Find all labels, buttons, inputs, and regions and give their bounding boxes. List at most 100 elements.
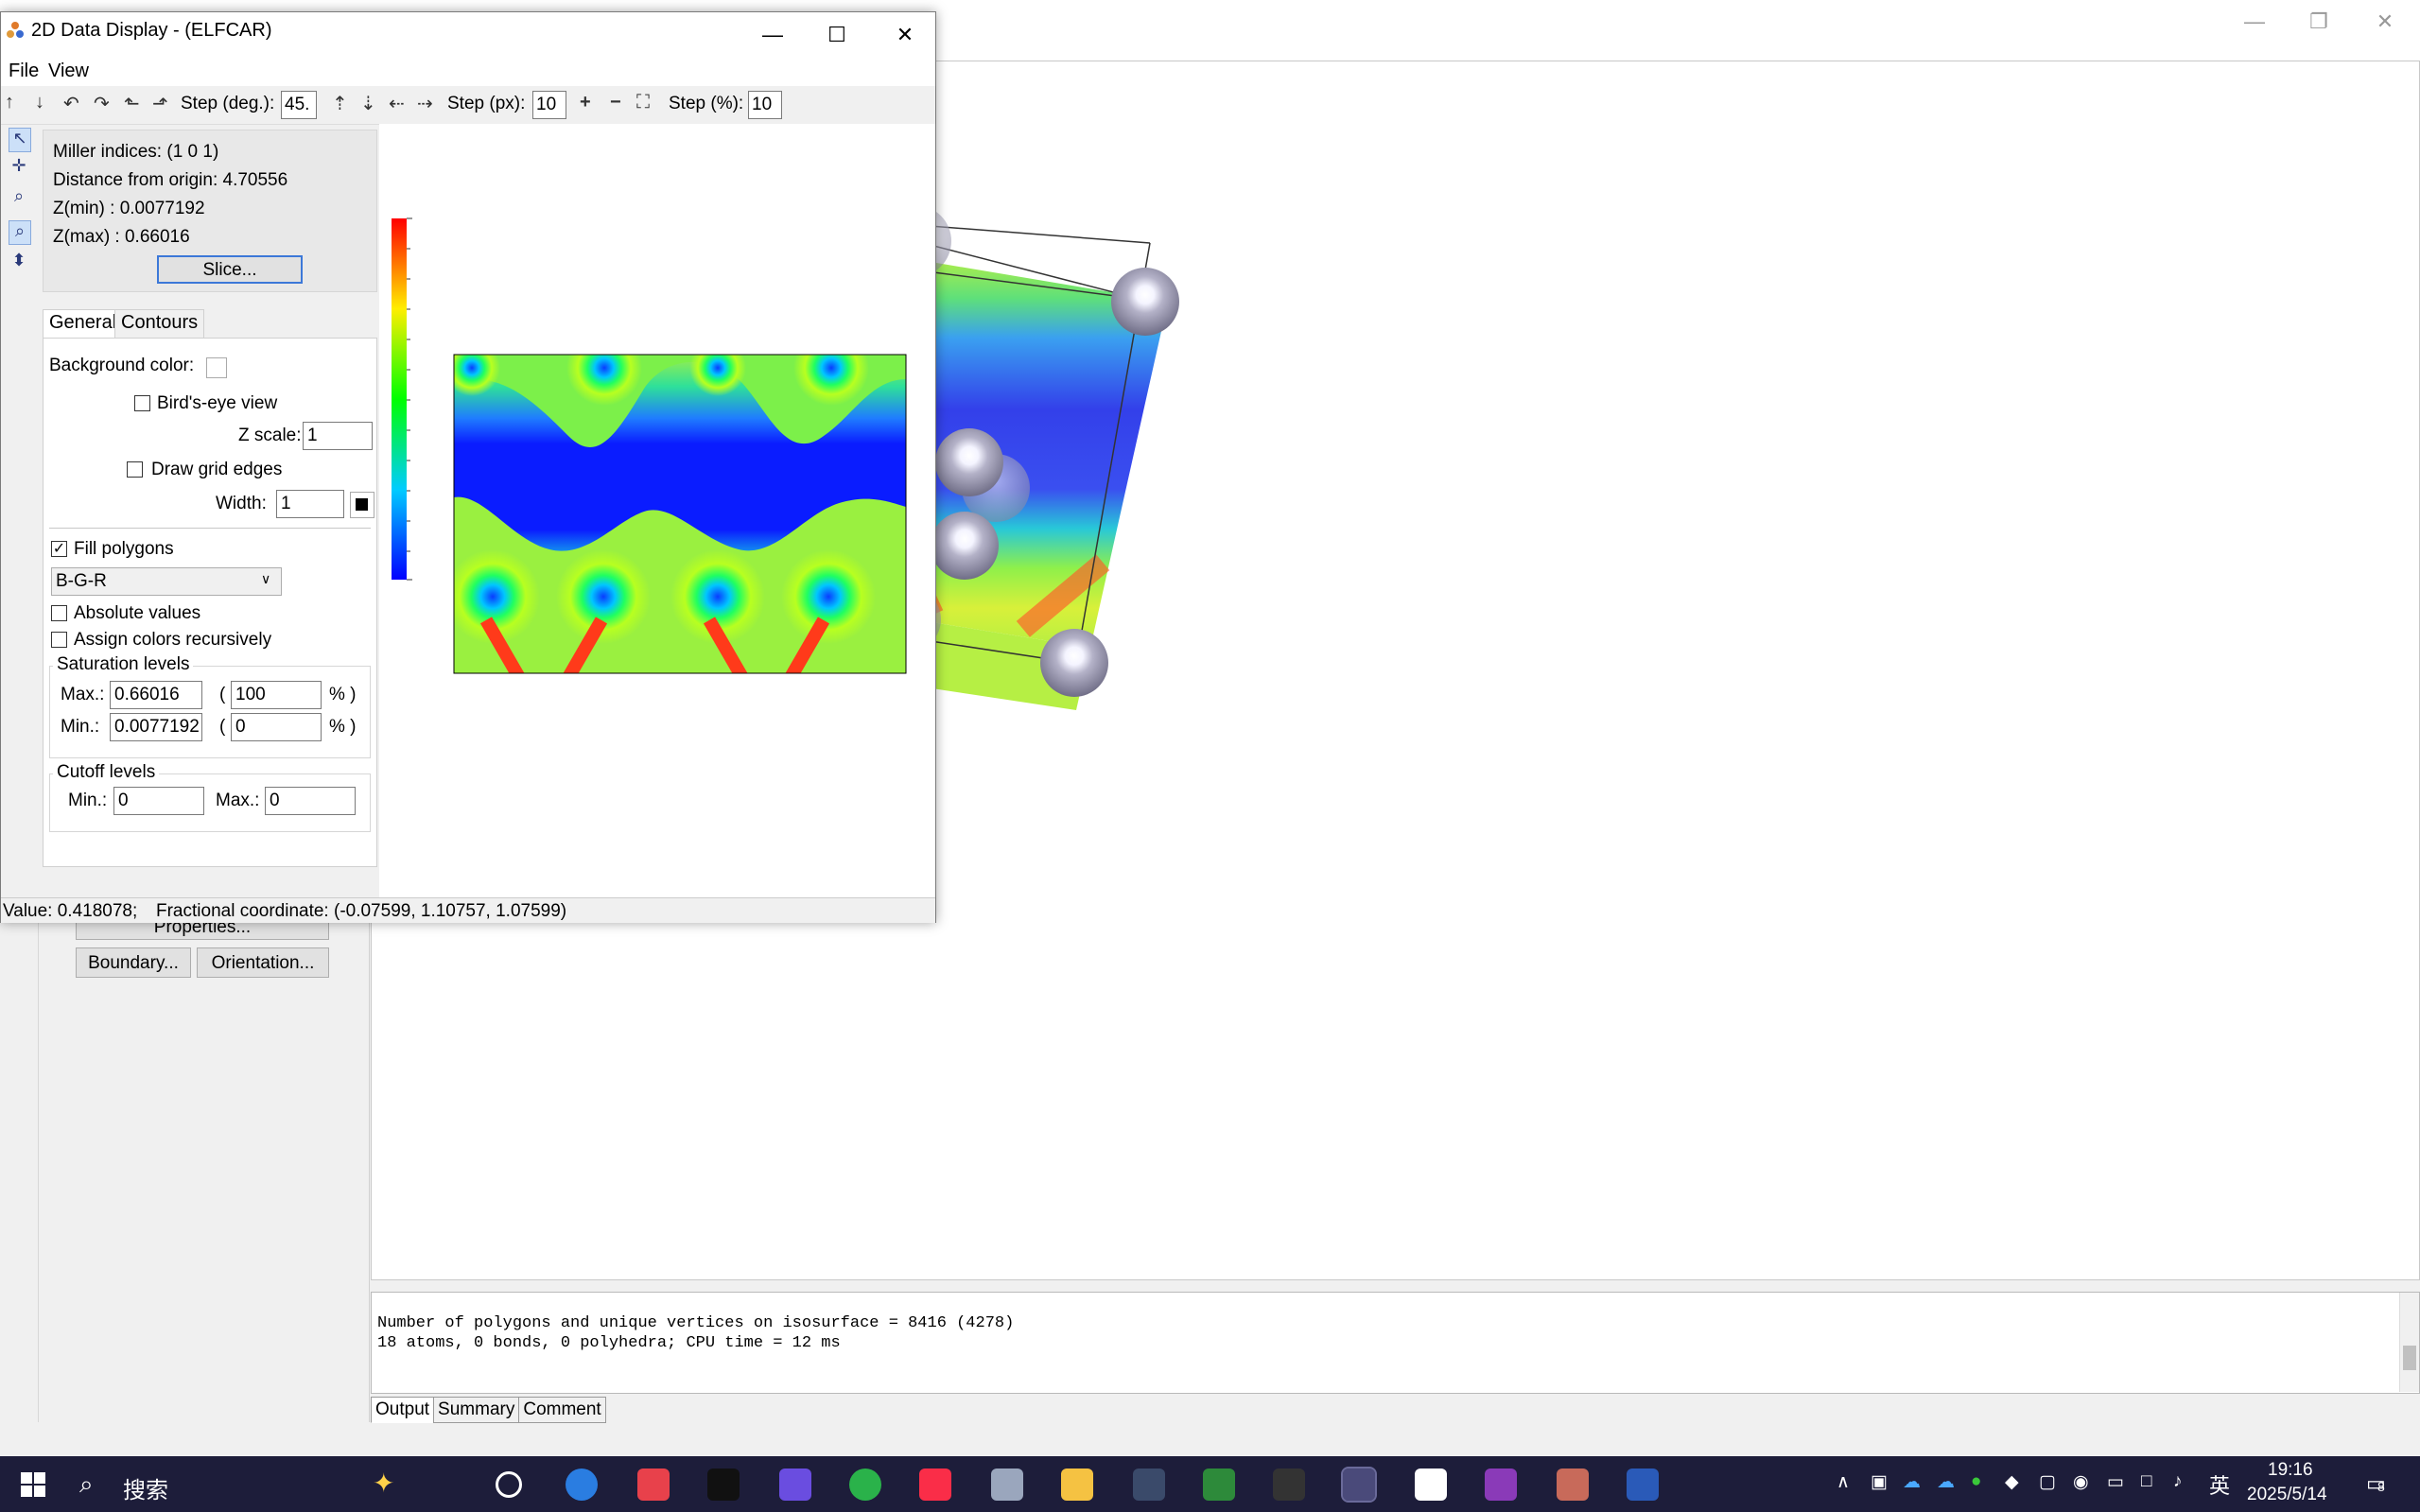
copilot-sparkle-icon[interactable]: ✦ — [373, 1468, 394, 1499]
cut-max-label: Max.: — [216, 791, 260, 810]
menu-file[interactable]: File — [9, 61, 39, 82]
rotate-ccw-icon[interactable]: ⬑ — [124, 92, 140, 115]
translate-up-icon[interactable]: ⇡ — [332, 92, 348, 115]
volume-icon[interactable]: ♪ — [2173, 1471, 2183, 1492]
translate-tool-icon[interactable]: ✛ — [9, 156, 29, 179]
tab-comment[interactable]: Comment — [518, 1397, 606, 1423]
qq-app-icon[interactable] — [707, 1469, 740, 1501]
task-view-icon[interactable] — [496, 1471, 522, 1498]
app-orange-icon[interactable] — [1557, 1469, 1589, 1501]
network-icon[interactable]: □ — [2141, 1471, 2151, 1492]
orientation-button[interactable]: Orientation... — [197, 947, 329, 978]
colorbar-ticks — [407, 217, 412, 581]
app-green-icon[interactable] — [1203, 1469, 1235, 1501]
windows-start-icon[interactable] — [21, 1472, 45, 1497]
maximize-icon[interactable]: ☐ — [810, 16, 863, 54]
main-restore-icon[interactable]: ❐ — [2300, 8, 2338, 36]
sat-max-pct-input[interactable]: 100 — [231, 681, 322, 709]
zoom-tool-icon[interactable]: ⌕ — [9, 220, 31, 245]
app-red-icon[interactable] — [637, 1469, 670, 1501]
tray-app-icon-3[interactable]: ◉ — [2073, 1471, 2089, 1493]
rotate-up-icon[interactable]: ↑ — [5, 92, 14, 113]
birds-eye-checkbox[interactable] — [134, 395, 150, 411]
editor-app-icon[interactable] — [1485, 1469, 1517, 1501]
wechat-tray-icon[interactable]: ● — [1971, 1471, 1981, 1492]
wechat-app-icon[interactable] — [849, 1469, 881, 1501]
ime-indicator[interactable]: 英 — [2209, 1469, 2230, 1500]
app-grey-icon[interactable] — [991, 1469, 1023, 1501]
colormap-select[interactable]: B-G-R — [51, 567, 282, 596]
2d-plot-area[interactable] — [379, 124, 935, 905]
saturation-levels-group — [49, 666, 371, 758]
menu-view[interactable]: View — [48, 61, 89, 82]
vesta-taskbar-icon[interactable] — [1341, 1467, 1377, 1503]
file-explorer-icon[interactable] — [1061, 1469, 1093, 1501]
draw-grid-edges-checkbox[interactable] — [127, 461, 143, 478]
step-pct-input[interactable]: 10 — [748, 91, 782, 119]
terminal-app-icon[interactable] — [1273, 1469, 1305, 1501]
browser-app-icon[interactable] — [566, 1469, 598, 1501]
rotate-right-icon[interactable]: ↷ — [94, 92, 110, 115]
general-settings-panel: Background color: Bird's-eye view Z scal… — [43, 338, 377, 867]
clock-date[interactable]: 2025/5/14 — [2247, 1485, 2327, 1505]
output-scrollbar[interactable] — [2399, 1293, 2419, 1392]
slice-button[interactable]: Slice... — [157, 255, 303, 284]
close-icon[interactable]: ✕ — [879, 16, 931, 54]
elf-map-image — [453, 354, 907, 674]
cut-min-input[interactable]: 0 — [113, 787, 204, 815]
status-value: Value: 0.418078; — [3, 901, 138, 921]
battery-icon[interactable]: ▭ — [2107, 1471, 2124, 1493]
grid-color-button[interactable] — [350, 492, 374, 518]
tray-icon[interactable]: ▣ — [1871, 1471, 1888, 1493]
minimize-icon[interactable]: — — [746, 16, 799, 54]
onedrive-icon-2[interactable]: ☁ — [1937, 1471, 1955, 1493]
sat-max-label: Max.: — [61, 685, 105, 704]
translate-right-icon[interactable]: ⇢ — [417, 92, 433, 115]
fit-to-screen-icon[interactable]: ⛶ — [636, 92, 650, 113]
zoom-in-icon[interactable]: + — [580, 92, 591, 113]
output-scroll-thumb[interactable] — [2403, 1346, 2416, 1370]
step-px-input[interactable]: 10 — [532, 91, 566, 119]
translate-left-icon[interactable]: ⇠ — [389, 92, 405, 115]
app-blue-icon[interactable] — [1627, 1469, 1659, 1501]
width-input[interactable]: 1 — [276, 490, 344, 518]
cutoff-levels-title: Cutoff levels — [53, 762, 160, 783]
translate-down-icon[interactable]: ⇣ — [360, 92, 376, 115]
zoom-out-icon[interactable]: − — [610, 92, 621, 113]
magnify-tool-icon[interactable]: ⌕ — [9, 186, 29, 209]
rotate-down-icon[interactable]: ↓ — [35, 92, 44, 113]
cut-max-input[interactable]: 0 — [265, 787, 356, 815]
app-lock-icon[interactable] — [1133, 1469, 1165, 1501]
absolute-values-checkbox[interactable] — [51, 605, 67, 621]
sat-min-pct-input[interactable]: 0 — [231, 713, 322, 741]
music-app-icon[interactable] — [919, 1469, 951, 1501]
tray-app-icon-2[interactable]: ▢ — [2039, 1471, 2056, 1493]
tray-chevron-icon[interactable]: ∧ — [1837, 1471, 1850, 1493]
sat-max-input[interactable]: 0.66016 — [110, 681, 202, 709]
tab-output[interactable]: Output — [371, 1397, 435, 1423]
rotate-cw-icon[interactable]: ⬏ — [152, 92, 168, 115]
main-minimize-icon[interactable]: — — [2236, 8, 2273, 36]
dialog-titlebar[interactable]: 2D Data Display - (ELFCAR) — ☐ ✕ — [1, 12, 935, 58]
typora-app-icon[interactable] — [1415, 1469, 1447, 1501]
assign-colors-checkbox[interactable] — [51, 632, 67, 648]
sat-min-input[interactable]: 0.0077192 — [110, 713, 202, 741]
search-icon[interactable]: ⌕ — [79, 1469, 94, 1500]
z-scale-input[interactable]: 1 — [303, 422, 373, 450]
fill-polygons-checkbox[interactable]: ✓ — [51, 541, 67, 557]
rotate-tool-icon[interactable]: ⬍ — [9, 251, 29, 273]
clock-time[interactable]: 19:16 — [2268, 1460, 2313, 1481]
tab-summary[interactable]: Summary — [433, 1397, 520, 1423]
search-box-label[interactable]: 搜索 — [123, 1471, 168, 1504]
rotate-left-icon[interactable]: ↶ — [63, 92, 79, 115]
tray-app-icon[interactable]: ◆ — [2005, 1471, 2019, 1493]
tab-contours[interactable]: Contours — [114, 309, 205, 341]
select-tool-icon[interactable]: ↖ — [9, 128, 31, 152]
step-deg-input[interactable]: 45. — [281, 91, 317, 119]
app-purple-icon[interactable] — [779, 1469, 811, 1501]
boundary-button[interactable]: Boundary... — [76, 947, 191, 978]
main-close-icon[interactable]: ✕ — [2366, 8, 2404, 36]
onedrive-icon[interactable]: ☁ — [1903, 1471, 1921, 1493]
background-color-swatch[interactable] — [206, 357, 227, 378]
tab-general[interactable]: General — [43, 309, 124, 341]
